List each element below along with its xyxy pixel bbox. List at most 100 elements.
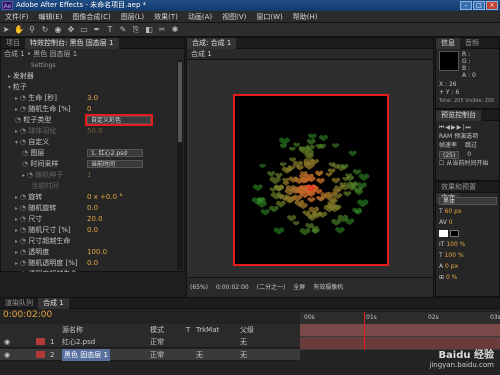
rectangle-tool-icon[interactable]: ▭ <box>78 24 90 35</box>
col-source-name[interactable]: 源名称 <box>62 324 83 336</box>
stopwatch-icon[interactable]: ◔ <box>20 248 28 256</box>
close-button[interactable]: × <box>486 1 498 10</box>
last-frame-icon[interactable]: ⏭ <box>465 124 471 131</box>
stopwatch-icon[interactable]: ◔ <box>20 259 28 267</box>
effect-row[interactable]: ▸ ◔ 随机生命 [%] 0 <box>1 104 177 115</box>
baseline-value[interactable]: 0 px <box>445 263 458 270</box>
view-dropdown[interactable]: 全屏 <box>293 284 305 291</box>
effect-row-value[interactable]: 0.0 <box>87 225 98 236</box>
effect-row[interactable]: ▸ ◔ 尺寸 20.0 <box>1 214 177 225</box>
menu-effect[interactable]: 效果(T) <box>149 11 183 23</box>
time-ruler[interactable]: 00s 01s 02s 03s <box>300 312 500 324</box>
rotate-tool-icon[interactable]: ↻ <box>39 24 51 35</box>
effect-row[interactable]: ▾ 粒子 <box>1 82 177 93</box>
comp-sub-tab[interactable]: 合成 1 <box>187 49 433 60</box>
stopwatch-icon[interactable]: ◔ <box>20 105 28 113</box>
effect-row[interactable]: ▸ 发射器 <box>1 71 177 82</box>
effect-row[interactable]: ◔ 图层 1. 红心2.psd <box>1 148 177 159</box>
effect-row[interactable]: ▸ ◔ 球体羽化 50.0 <box>1 126 177 137</box>
tab-render-queue[interactable]: 渲染队列 <box>0 298 38 309</box>
tab-composition[interactable]: 合成: 合成 1 <box>187 38 237 49</box>
effect-row[interactable]: ▸ ◔ 生命 [秒] 3.0 <box>1 93 177 104</box>
tab-comp-timeline[interactable]: 合成 1 <box>38 298 69 309</box>
layer-name[interactable]: 红心2.psd <box>62 336 95 348</box>
minimize-button[interactable]: – <box>460 1 472 10</box>
tab-project[interactable]: 项目 <box>1 38 25 49</box>
effect-row-value[interactable]: 0 x +0.0 ° <box>87 192 123 203</box>
tab-preview[interactable]: 预览控制台 <box>436 110 481 121</box>
menu-help[interactable]: 帮助(H) <box>288 11 323 23</box>
menu-file[interactable]: 文件(F) <box>0 11 34 23</box>
tab-effect-controls[interactable]: 特效控制台: 黑色 固态层 1 <box>25 38 119 49</box>
effect-row-value[interactable]: 100.0 <box>87 247 107 258</box>
stopwatch-icon[interactable]: ◔ <box>27 171 35 179</box>
text-tool-icon[interactable]: T <box>104 24 116 35</box>
effect-row[interactable]: ▸ ◔ 随机透明度 [%] 0.0 <box>1 258 177 269</box>
roto-tool-icon[interactable]: ✂ <box>156 24 168 35</box>
brush-tool-icon[interactable]: ✎ <box>117 24 129 35</box>
stopwatch-icon[interactable]: ◔ <box>20 193 28 201</box>
stopwatch-icon[interactable]: ◔ <box>20 127 28 135</box>
effect-row[interactable]: ▸ ◔ 透明度 100.0 <box>1 247 177 258</box>
effect-row-value[interactable]: 0.0 <box>87 258 98 269</box>
effect-row-value[interactable]: 0 <box>87 104 91 115</box>
menu-layer[interactable]: 图层(L) <box>116 11 149 23</box>
hand-tool-icon[interactable]: ✋ <box>13 24 25 35</box>
effect-row[interactable]: ◔ 粒子类型 自定义彩色 <box>1 114 177 126</box>
timecode-display[interactable]: 0:00:02:00 <box>216 284 249 291</box>
stopwatch-icon[interactable]: ◔ <box>20 237 28 245</box>
layer-trkmat-dropdown[interactable]: 无 <box>196 349 203 361</box>
particle-type-dropdown[interactable]: 自定义彩色 <box>85 114 153 126</box>
resolution-dropdown[interactable]: (二分之一) <box>257 284 286 291</box>
zoom-tool-icon[interactable]: ⚲ <box>26 24 38 35</box>
maximize-button[interactable]: □ <box>473 1 485 10</box>
camera-tool-icon[interactable]: ◉ <box>52 24 64 35</box>
timeline-layer-row[interactable]: ◉ 2 黑色 固态层 1 正常 无 无 <box>0 349 300 361</box>
layer-bar-1[interactable] <box>300 324 500 336</box>
menu-composition[interactable]: 图像合成(C) <box>67 11 115 23</box>
pan-behind-tool-icon[interactable]: ✥ <box>65 24 77 35</box>
col-mode[interactable]: 模式 <box>150 324 164 336</box>
clone-tool-icon[interactable]: ⎘ <box>130 24 142 35</box>
layer-parent-dropdown[interactable]: 无 <box>240 336 247 348</box>
effect-row[interactable]: ▸ ◔ 随机旋转 0.0 <box>1 203 177 214</box>
effect-row-value[interactable]: 0.0 <box>87 203 98 214</box>
scrollbar-thumb[interactable] <box>178 62 182 142</box>
active-camera-dropdown[interactable]: 有效摄像机 <box>313 284 343 291</box>
playhead[interactable] <box>364 312 365 350</box>
stroke-color-swatch[interactable] <box>439 230 448 237</box>
tsume-value[interactable]: 0 % <box>446 274 457 281</box>
vscale-value[interactable]: 100 % <box>446 241 465 248</box>
tab-effects-presets[interactable]: 效果和预置 <box>436 182 481 193</box>
skip-value[interactable]: 0 <box>467 151 471 158</box>
zoom-dropdown[interactable]: (65%) <box>190 284 208 291</box>
custom-layer-dropdown[interactable]: 1. 红心2.psd <box>87 149 143 157</box>
layer-mode-dropdown[interactable]: 正常 <box>150 336 164 348</box>
fps-dropdown[interactable]: (25) <box>439 150 460 159</box>
hscale-value[interactable]: 100 % <box>445 252 464 259</box>
composition-viewer[interactable] <box>187 60 433 277</box>
menu-view[interactable]: 视图(V) <box>217 11 251 23</box>
menu-animation[interactable]: 动画(A) <box>183 11 217 23</box>
pen-tool-icon[interactable]: ✒ <box>91 24 103 35</box>
selection-tool-icon[interactable]: ➤ <box>0 24 12 35</box>
visibility-eye-icon[interactable]: ◉ <box>4 336 10 348</box>
effect-panel-scrollbar[interactable] <box>177 60 183 270</box>
effect-row[interactable]: ▸ ◔ 随机尺寸 [%] 0.0 <box>1 225 177 236</box>
layer-label-color[interactable] <box>36 351 45 358</box>
effect-row[interactable]: 当前时间 <box>1 181 177 192</box>
effect-row-value[interactable]: 1 <box>87 170 91 181</box>
layer-label-color[interactable] <box>36 338 45 345</box>
effect-row[interactable]: ▸ ◔ 尺寸超越生命 <box>1 236 177 247</box>
layer-parent-dropdown[interactable]: 无 <box>240 349 247 361</box>
effect-row[interactable]: ▾ ◔ 自定义 <box>1 137 177 148</box>
visibility-eye-icon[interactable]: ◉ <box>4 349 10 361</box>
eraser-tool-icon[interactable]: ◧ <box>143 24 155 35</box>
timeline-layer-row[interactable]: ◉ 1 红心2.psd 正常 无 <box>0 336 300 348</box>
stopwatch-icon[interactable]: ◔ <box>20 226 28 234</box>
stopwatch-icon[interactable]: ◔ <box>20 270 28 272</box>
next-frame-icon[interactable]: ▶| <box>457 124 466 131</box>
font-size-value[interactable]: 60 px <box>445 208 462 215</box>
col-trkmat[interactable]: TrkMat <box>196 324 219 336</box>
tracking-value[interactable]: 0 <box>449 219 453 226</box>
